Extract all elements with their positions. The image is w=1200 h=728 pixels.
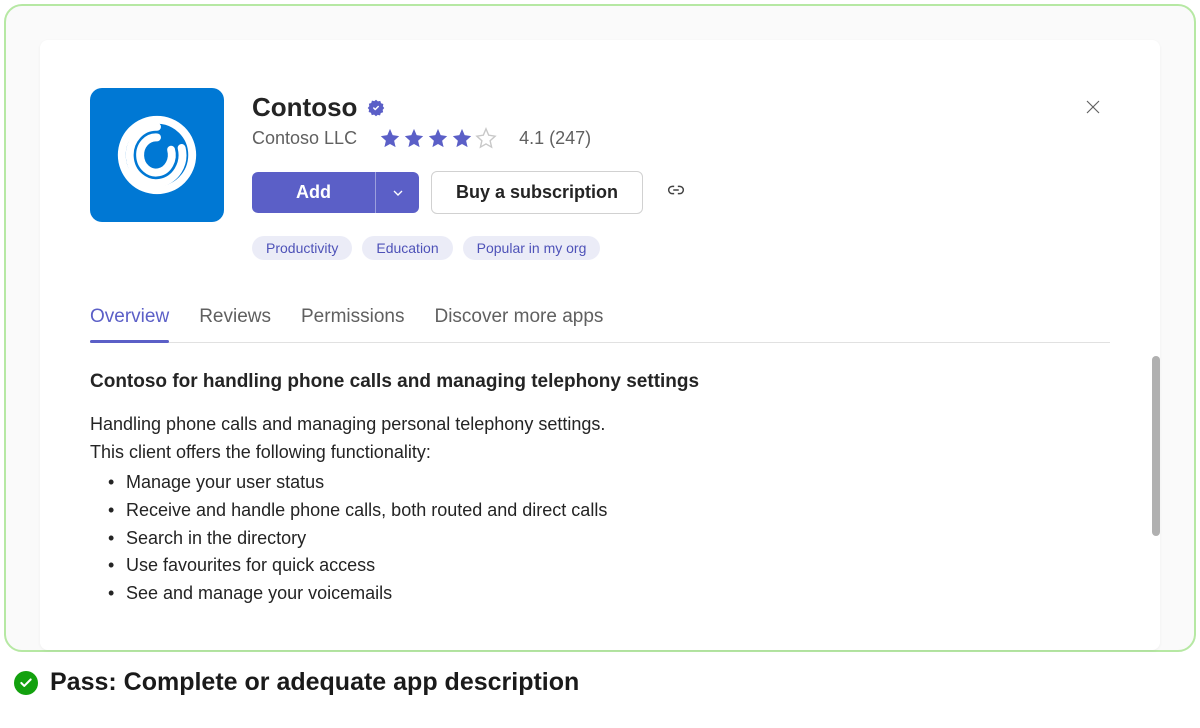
star-rating (379, 127, 497, 149)
tabs-row: Overview Reviews Permissions Discover mo… (90, 306, 1110, 343)
rating-text: 4.1 (247) (519, 128, 591, 149)
list-item: Manage your user status (108, 469, 1110, 497)
feature-list: Manage your user status Receive and hand… (90, 469, 1110, 608)
add-dropdown-button[interactable] (375, 172, 419, 213)
app-title: Contoso (252, 92, 357, 123)
star-icon (427, 127, 449, 149)
list-item: Use favourites for quick access (108, 552, 1110, 580)
copy-link-button[interactable] (665, 179, 687, 206)
tab-overview[interactable]: Overview (90, 306, 169, 342)
description-heading: Contoso for handling phone calls and man… (90, 371, 1110, 393)
star-icon (475, 127, 497, 149)
chevron-down-icon (390, 185, 406, 201)
publisher-name: Contoso LLC (252, 128, 357, 149)
desc-line: This client offers the following functio… (90, 442, 431, 462)
spiral-icon (113, 111, 201, 199)
app-header: Contoso Contoso LLC 4.1 (247) (90, 88, 1110, 260)
tab-discover[interactable]: Discover more apps (434, 306, 603, 342)
tab-permissions[interactable]: Permissions (301, 306, 404, 342)
tag-popular[interactable]: Popular in my org (463, 236, 601, 260)
title-row: Contoso (252, 92, 1110, 123)
list-item: Search in the directory (108, 525, 1110, 553)
publisher-row: Contoso LLC 4.1 (247) (252, 127, 1110, 149)
list-item: Receive and handle phone calls, both rou… (108, 497, 1110, 525)
validation-text: Pass: Complete or adequate app descripti… (50, 668, 579, 697)
action-row: Add Buy a subscription (252, 171, 1110, 214)
app-header-main: Contoso Contoso LLC 4.1 (247) (252, 88, 1110, 260)
app-icon (90, 88, 224, 222)
tag-education[interactable]: Education (362, 236, 452, 260)
list-item: See and manage your voicemails (108, 580, 1110, 608)
close-button[interactable] (1084, 98, 1104, 118)
overview-content: Contoso for handling phone calls and man… (90, 371, 1110, 608)
validation-result: Pass: Complete or adequate app descripti… (14, 668, 579, 697)
star-icon (403, 127, 425, 149)
tags-row: Productivity Education Popular in my org (252, 236, 1110, 260)
add-button[interactable]: Add (252, 172, 375, 213)
app-detail-card: Contoso Contoso LLC 4.1 (247) (40, 40, 1160, 650)
close-icon (1084, 98, 1102, 116)
check-icon (19, 676, 33, 690)
link-icon (665, 179, 687, 201)
desc-line: Handling phone calls and managing person… (90, 414, 605, 434)
verified-badge-icon (367, 99, 385, 117)
add-split-button: Add (252, 172, 419, 213)
validation-frame: Contoso Contoso LLC 4.1 (247) (4, 4, 1196, 652)
tab-reviews[interactable]: Reviews (199, 306, 271, 342)
tag-productivity[interactable]: Productivity (252, 236, 352, 260)
buy-subscription-button[interactable]: Buy a subscription (431, 171, 643, 214)
star-icon (451, 127, 473, 149)
star-icon (379, 127, 401, 149)
pass-badge (14, 671, 38, 695)
scrollbar-thumb[interactable] (1152, 356, 1160, 536)
description-text: Handling phone calls and managing person… (90, 411, 1110, 467)
